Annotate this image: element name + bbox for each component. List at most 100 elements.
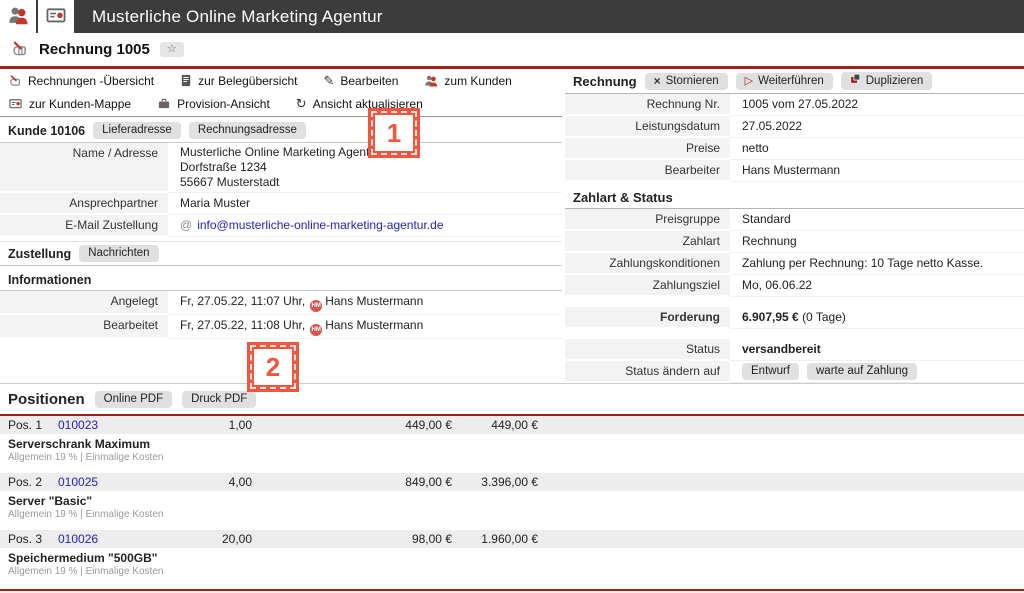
duplizieren-button[interactable]: Duplizieren	[841, 72, 933, 90]
zahlungsziel-row: Zahlungsziel Mo, 06.06.22	[565, 275, 1024, 297]
toolbar-label: zur Belegübersicht	[198, 74, 297, 88]
field-label: Leistungsdatum	[565, 116, 730, 138]
created-user: Hans Mustermann	[325, 294, 423, 308]
invoice-hand-pen-icon	[10, 40, 29, 60]
preisgruppe-value: Standard	[730, 209, 1024, 231]
field-label: Bearbeiter	[565, 160, 730, 182]
toolbar-rechnungen-uebersicht-button[interactable]: Rechnungen -Übersicht	[8, 74, 154, 88]
zahlart-value: Rechnung	[730, 231, 1024, 253]
status-value: versandbereit	[730, 339, 1024, 361]
leistungsdatum-value: 27.05.2022	[730, 116, 1024, 138]
zustellung-section-header: Zustellung Nachrichten	[0, 241, 562, 266]
field-label: E-Mail Zustellung	[0, 215, 168, 237]
status-warte-auf-zahlung-button[interactable]: warte auf Zahlung	[807, 363, 917, 380]
customer-card-icon-button[interactable]	[38, 0, 74, 33]
toolbar-label: zur Kunden-Mappe	[29, 97, 131, 111]
document-icon	[180, 74, 192, 87]
position-number: Pos. 3	[8, 532, 58, 546]
weiterfuehren-label: Weiterführen	[758, 74, 824, 89]
line-total: 449,00 €	[452, 418, 538, 432]
quantity: 1,00	[158, 418, 252, 432]
field-label: Preisgruppe	[565, 209, 730, 231]
toolbar-label: Rechnungen -Übersicht	[28, 74, 154, 88]
spacer	[565, 329, 1024, 339]
annotation-badge-2: 2	[247, 342, 299, 392]
bearbeiter-row: Bearbeiter Hans Mustermann	[565, 160, 1024, 182]
article-number-link[interactable]: 010025	[58, 475, 158, 489]
toolbar-row-2: zur Kunden-Mappe Provision-Ansicht ↻ Ans…	[0, 92, 562, 115]
field-label: Zahlungsziel	[565, 275, 730, 297]
app-title: Musterliche Online Marketing Agentur	[76, 0, 383, 33]
article-number-link[interactable]: 010023	[58, 418, 158, 432]
nachrichten-button[interactable]: Nachrichten	[79, 245, 158, 262]
forderung-amount: 6.907,95 €	[742, 310, 799, 324]
right-column: Rechnung × Stornieren ▷ Weiterführen Dup…	[562, 69, 1024, 383]
unit-price: 449,00 €	[252, 418, 452, 432]
customers-people-icon-button[interactable]	[0, 0, 36, 33]
edited-timestamp: Fr, 27.05.22, 11:08 Uhr,	[180, 318, 305, 332]
toolbar-label: Provision-Ansicht	[177, 97, 270, 111]
position-item-1: Pos. 1 010023 1,00 449,00 € 449,00 € Ser…	[0, 416, 1024, 473]
email-value: @info@musterliche-online-marketing-agent…	[168, 215, 562, 237]
unit-price: 98,00 €	[252, 532, 452, 546]
toolbar-label: zum Kunden	[444, 74, 511, 88]
user-avatar: HM	[310, 324, 322, 336]
toolbar-provision-ansicht-button[interactable]: Provision-Ansicht	[157, 97, 270, 111]
online-pdf-button[interactable]: Online PDF	[95, 391, 172, 408]
zustellung-title: Zustellung	[8, 247, 71, 261]
rechnungsadresse-button[interactable]: Rechnungsadresse	[189, 122, 306, 139]
forderung-days: (0 Tage)	[802, 310, 846, 324]
totals-block: Netto Gesamtbetrag 5.805,00 € 19% MwStau…	[0, 589, 1024, 593]
duplizieren-label: Duplizieren	[866, 74, 924, 89]
field-label: Forderung	[565, 307, 730, 329]
refresh-icon: ↻	[296, 97, 307, 110]
preisgruppe-row: Preisgruppe Standard	[565, 209, 1024, 231]
status-row: Status versandbereit	[565, 339, 1024, 361]
angelegt-row: Angelegt Fr, 27.05.22, 11:07 Uhr,HMHans …	[0, 291, 562, 315]
article-number-link[interactable]: 010026	[58, 532, 158, 546]
angelegt-value: Fr, 27.05.22, 11:07 Uhr,HMHans Musterman…	[168, 291, 562, 315]
edited-user: Hans Mustermann	[325, 318, 423, 332]
article-name: Serverschrank Maximum	[0, 434, 1024, 451]
rechnung-panel-title: Rechnung	[573, 74, 637, 89]
druck-pdf-button[interactable]: Druck PDF	[182, 391, 256, 408]
rechnung-panel-header: Rechnung × Stornieren ▷ Weiterführen Dup…	[565, 69, 1024, 94]
position-row: Pos. 2 010025 4,00 849,00 € 3.396,00 €	[0, 473, 1024, 491]
people-icon	[424, 74, 438, 87]
rechnung-nr-row: Rechnung Nr. 1005 vom 27.05.2022	[565, 94, 1024, 116]
rechnung-nr-value: 1005 vom 27.05.2022	[730, 94, 1024, 116]
zahlungskonditionen-row: Zahlungskonditionen Zahlung per Rechnung…	[565, 253, 1024, 275]
stornieren-button[interactable]: × Stornieren	[645, 73, 728, 90]
weiterfuehren-button[interactable]: ▷ Weiterführen	[736, 73, 833, 90]
star-icon: ☆	[167, 43, 177, 55]
lieferadresse-button[interactable]: Lieferadresse	[93, 122, 181, 139]
stornieren-label: Stornieren	[666, 74, 719, 89]
toolbar-belegübersicht-button[interactable]: zur Belegübersicht	[180, 74, 297, 88]
field-label: Bearbeitet	[0, 315, 168, 339]
copy-icon	[850, 73, 861, 89]
forderung-row: Forderung 6.907,95 € (0 Tage)	[565, 307, 1024, 329]
toolbar-kunden-mappe-button[interactable]: zur Kunden-Mappe	[8, 97, 131, 111]
quantity: 20,00	[158, 532, 252, 546]
bearbeiter-value: Hans Mustermann	[730, 160, 1024, 182]
toolbar-row-1: Rechnungen -Übersicht zur Belegübersicht…	[0, 69, 562, 92]
invoices-hand-pen-icon	[8, 74, 22, 87]
annotation-badge-1: 1	[368, 108, 420, 158]
position-row: Pos. 1 010023 1,00 449,00 € 449,00 €	[0, 416, 1024, 434]
email-link[interactable]: info@musterliche-online-marketing-agentu…	[197, 218, 443, 232]
toolbar-zum-kunden-button[interactable]: zum Kunden	[424, 74, 511, 88]
position-row: Pos. 3 010026 20,00 98,00 € 1.960,00 €	[0, 530, 1024, 548]
toolbar-bearbeiten-button[interactable]: ✎ Bearbeiten	[323, 74, 398, 88]
kunde-title: Kunde 10106	[8, 124, 85, 138]
status-entwurf-button[interactable]: Entwurf	[742, 363, 799, 380]
zahlart-row: Zahlart Rechnung	[565, 231, 1024, 253]
position-item-3: Pos. 3 010026 20,00 98,00 € 1.960,00 € S…	[0, 530, 1024, 587]
zahlart-status-title: Zahlart & Status	[573, 190, 673, 205]
forderung-value: 6.907,95 € (0 Tage)	[730, 307, 1024, 329]
customer-card-icon	[45, 5, 67, 28]
favorite-button[interactable]: ☆	[160, 42, 184, 57]
line-total: 3.396,00 €	[452, 475, 538, 489]
ansprechpartner-row: Ansprechpartner Maria Muster	[0, 193, 562, 215]
article-name: Speichermedium "500GB"	[0, 548, 1024, 565]
page-title: Rechnung 1005	[39, 41, 150, 58]
